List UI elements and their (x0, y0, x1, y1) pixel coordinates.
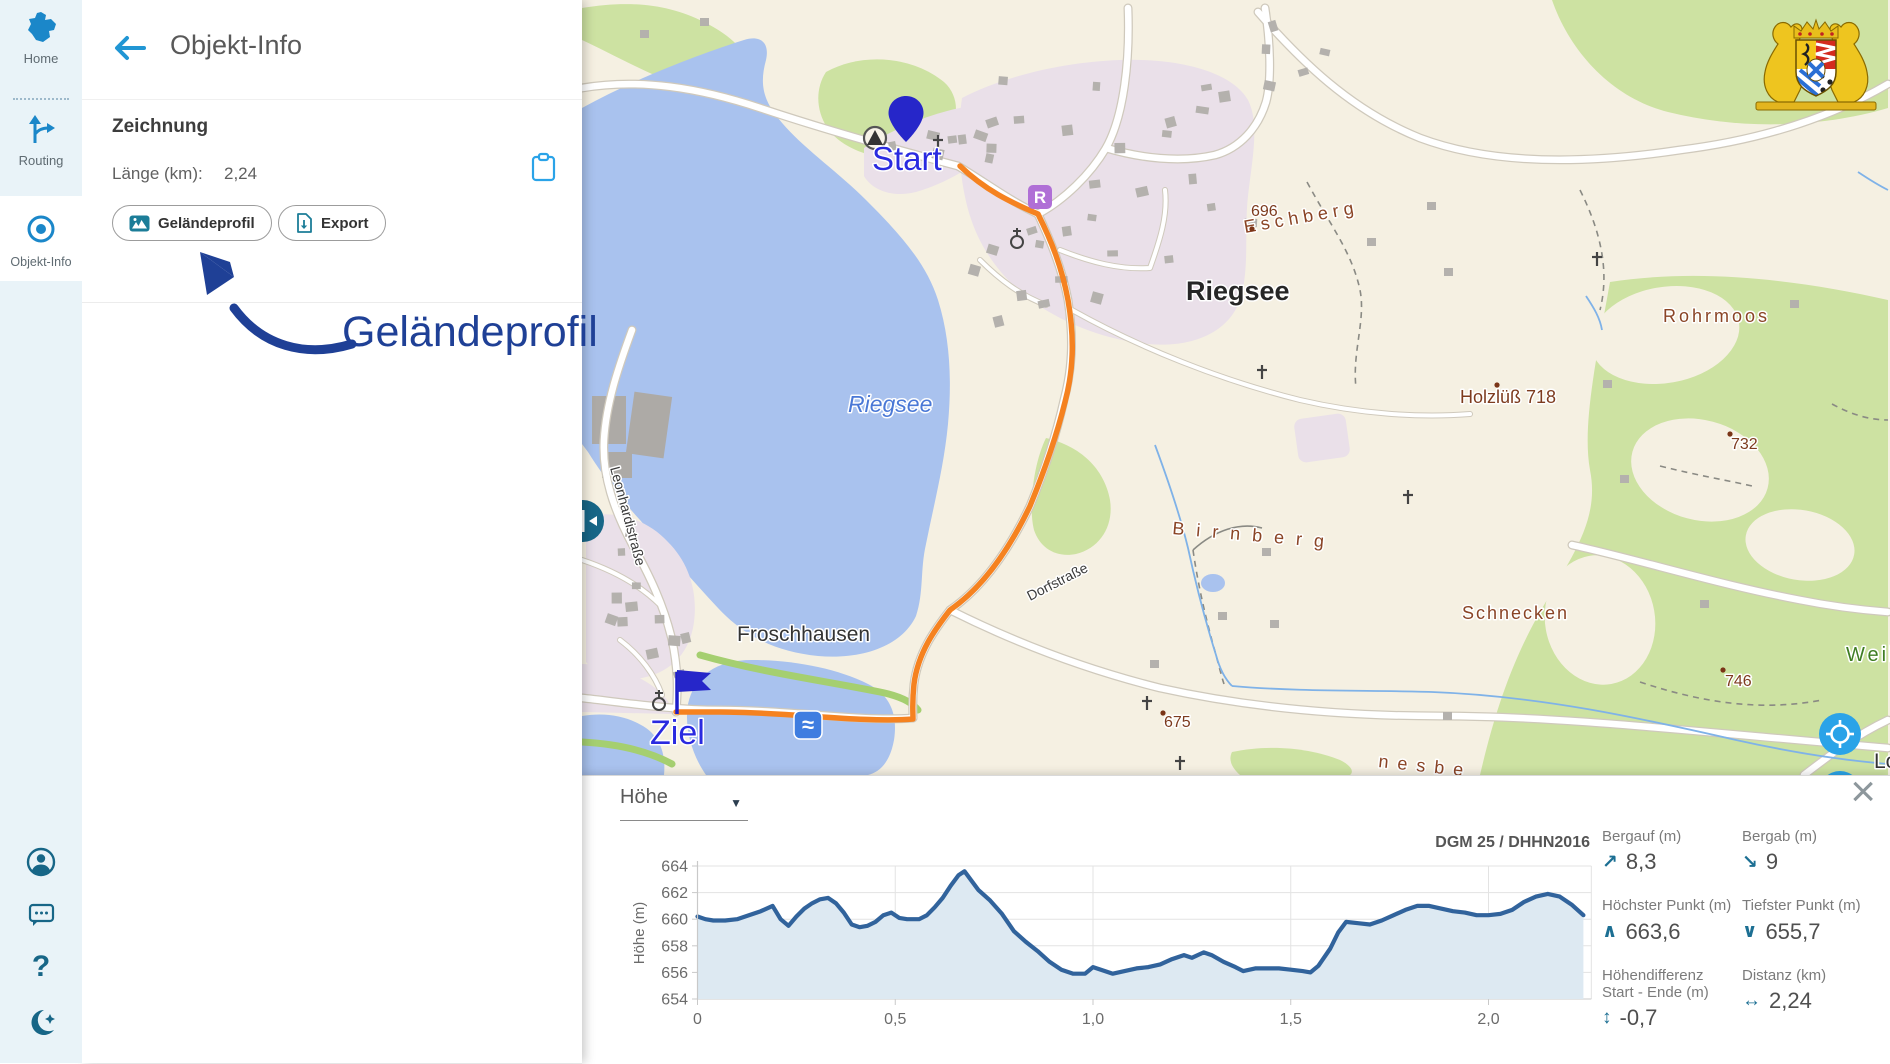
sidebar-item-objekt-info[interactable]: Objekt-Info (0, 196, 82, 281)
map-label: Riegsee (848, 391, 932, 417)
svg-text:654: 654 (661, 992, 688, 1009)
svg-text:Höhe (m): Höhe (m) (631, 902, 648, 965)
length-label: Länge (km): (112, 164, 203, 184)
distance-arrow-icon: ↔ (1742, 990, 1761, 1012)
export-label: Export (321, 215, 369, 232)
uphill-arrow-icon: ↗ (1602, 851, 1618, 874)
bavaria-home-icon (24, 10, 58, 44)
sidebar-rail: Home Routing Objekt-Info ? (0, 0, 82, 1063)
stat-hoehendifferenz: Höhendifferenz Start - Ende (m) ↕-0,7 (1602, 967, 1734, 1032)
objekt-info-icon (22, 210, 60, 248)
map-label: Weiler (1846, 644, 1890, 666)
help-icon: ? (32, 950, 50, 983)
section-divider (82, 302, 582, 303)
dark-mode-button[interactable] (0, 1006, 82, 1045)
map-canvas[interactable]: R ≈ RiegseeRiegseeFroschhausenEschberg69… (582, 0, 1890, 775)
svg-text:662: 662 (661, 885, 688, 902)
elevation-profile-panel: Höhe ▼ × DGM 25 / DHHN2016 6646626606586… (582, 775, 1890, 1064)
svg-text:2,0: 2,0 (1477, 1011, 1499, 1028)
dark-mode-moon-icon (24, 1006, 58, 1040)
routing-icon (24, 112, 58, 146)
svg-text:0,5: 0,5 (884, 1011, 906, 1028)
downhill-arrow-icon: ↘ (1742, 851, 1758, 874)
sidebar-item-label: Routing (0, 153, 82, 168)
sidebar-item-label: Objekt-Info (0, 255, 82, 269)
start-label: Start (872, 140, 942, 177)
terrain-profile-label: Geländeprofil (158, 215, 255, 232)
svg-text:R: R (1034, 188, 1046, 207)
account-icon (25, 846, 57, 878)
map-label: Holzlüß 718 (1460, 387, 1556, 407)
svg-text:656: 656 (661, 965, 688, 982)
header-divider (82, 99, 582, 100)
stat-distanz: Distanz (km) ↔2,24 (1742, 967, 1870, 1032)
page-title: Objekt-Info (170, 30, 302, 61)
transit-badge: R (1028, 185, 1052, 209)
terrain-profile-icon (129, 215, 150, 232)
export-download-icon (295, 213, 313, 233)
svg-text:1,0: 1,0 (1082, 1011, 1104, 1028)
export-button[interactable]: Export (278, 205, 386, 241)
map-label: 732 (1731, 436, 1758, 453)
elevation-stats: Bergauf (m) ↗8,3 Bergab (m) ↘9 Höchster … (1602, 828, 1888, 1031)
peak-dot (1727, 431, 1732, 436)
rail-divider (13, 98, 69, 100)
feedback-button[interactable] (0, 898, 82, 935)
peak-dot (1160, 710, 1165, 715)
annotation-arrow (82, 0, 582, 500)
sidebar-item-routing[interactable]: Routing (0, 112, 82, 168)
stat-bergab: Bergab (m) ↘9 (1742, 828, 1870, 875)
swim-badge: ≈ (794, 711, 822, 739)
length-value: 2,24 (224, 164, 257, 184)
peak-dot (1720, 667, 1725, 672)
feedback-icon (25, 898, 57, 930)
sidebar-item-home[interactable]: Home (0, 10, 82, 66)
bavaria-coat-of-arms (1756, 20, 1876, 110)
back-arrow-icon (110, 33, 148, 63)
map-label: Schnecken (1462, 603, 1569, 623)
valley-down-icon: ∨ (1742, 920, 1757, 943)
svg-text:658: 658 (661, 938, 688, 955)
pond (1201, 574, 1225, 592)
help-button[interactable]: ? (0, 950, 82, 984)
ziel-label: Ziel (650, 714, 705, 752)
clipboard-icon (530, 152, 557, 183)
terrain-profile-button[interactable]: Geländeprofil (112, 205, 272, 241)
peak-up-icon: ∧ (1602, 920, 1617, 943)
stat-tiefster-punkt: Tiefster Punkt (m) ∨655,7 (1742, 897, 1870, 944)
svg-text:0: 0 (693, 1011, 702, 1028)
annotation-text: Geländeprofil (342, 308, 598, 357)
back-button[interactable] (110, 33, 150, 67)
svg-text:664: 664 (661, 859, 688, 876)
copy-button[interactable] (530, 152, 557, 188)
svg-text:≈: ≈ (802, 712, 814, 737)
map-label: 675 (1164, 714, 1191, 731)
map-label: 696 (1251, 203, 1278, 220)
peak-dot (1249, 226, 1254, 231)
peak-dot (1494, 382, 1499, 387)
objekt-info-panel: Objekt-Info Zeichnung Länge (km): 2,24 G… (82, 0, 582, 1063)
svg-text:660: 660 (661, 912, 688, 929)
updown-arrow-icon: ↕ (1602, 1007, 1612, 1029)
section-title: Zeichnung (112, 116, 208, 138)
sidebar-item-label: Home (0, 51, 82, 66)
map-label: Froschhausen (737, 623, 870, 646)
account-button[interactable] (0, 846, 82, 883)
stat-hoechster-punkt: Höchster Punkt (m) ∧663,6 (1602, 897, 1734, 944)
map-label: Lo (1874, 750, 1890, 773)
map-label: 746 (1725, 673, 1752, 690)
svg-text:1,5: 1,5 (1280, 1011, 1302, 1028)
map-label: Rohrmoos (1663, 306, 1770, 326)
stat-bergauf: Bergauf (m) ↗8,3 (1602, 828, 1734, 875)
map-label: Riegsee (1186, 276, 1290, 306)
